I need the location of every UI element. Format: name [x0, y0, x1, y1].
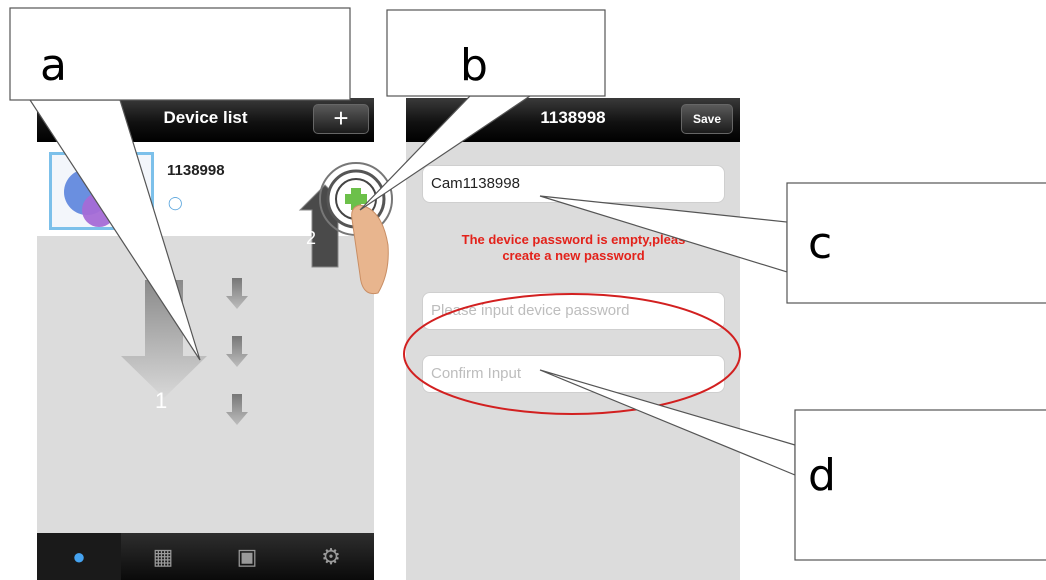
- callout-d-pointer: [539, 369, 796, 476]
- callout-overlay: [9, 7, 1046, 561]
- callout-b-box: [386, 9, 606, 97]
- callout-a-pointer: [28, 99, 201, 361]
- callout-a-label: a: [40, 40, 67, 91]
- callout-c-pointer: [539, 195, 788, 273]
- callout-b-pointer: [359, 95, 532, 211]
- callout-c-label: c: [808, 218, 833, 269]
- callout-b-label: b: [460, 40, 488, 91]
- callout-d-label: d: [808, 450, 836, 501]
